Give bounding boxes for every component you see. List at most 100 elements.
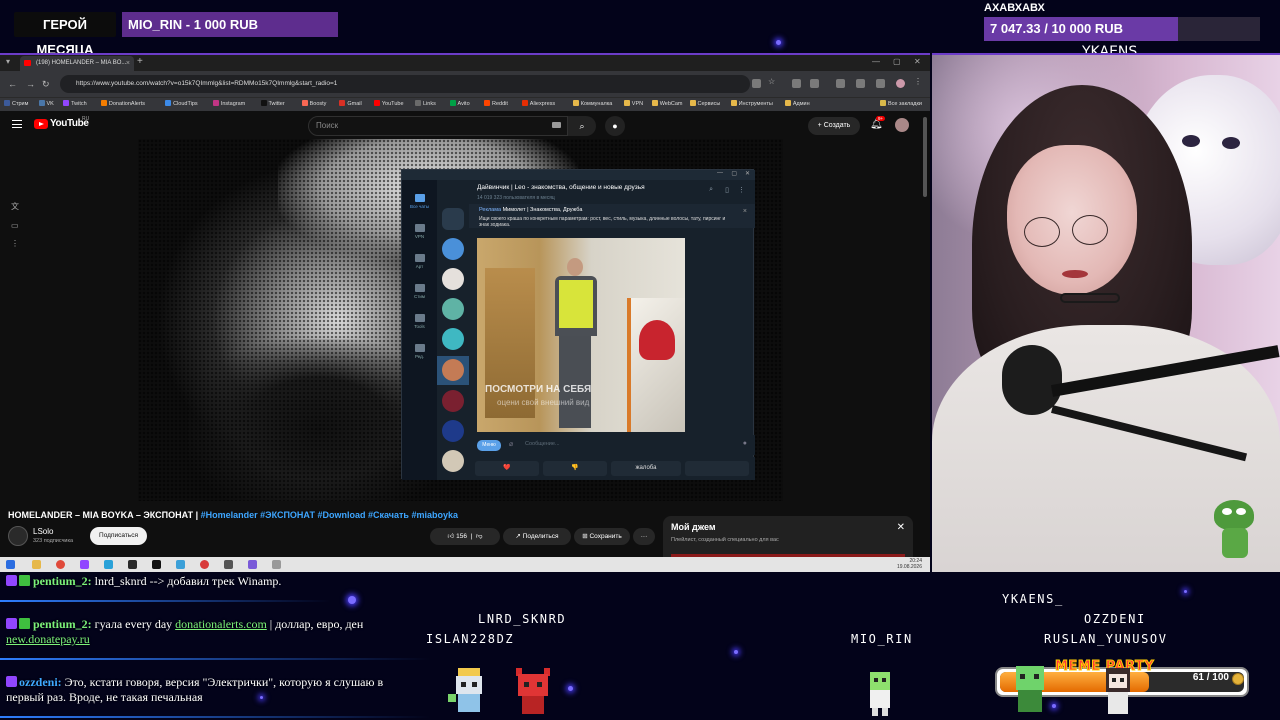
app-icon[interactable]	[224, 560, 233, 569]
hamburger-menu-icon[interactable]	[12, 120, 22, 128]
telegram-icon[interactable]	[104, 560, 113, 569]
steam-icon[interactable]	[128, 560, 137, 569]
search-input[interactable]: Поиск	[308, 116, 568, 136]
folder-tab[interactable]: Арт	[405, 254, 434, 269]
save-button[interactable]: ⊞ Сохранить	[574, 528, 630, 545]
minimize-icon[interactable]: —	[872, 57, 880, 66]
search-icon[interactable]: ⌕	[709, 186, 713, 194]
extension-icon[interactable]	[810, 79, 819, 88]
bookmark-инструменты[interactable]: Инструменты	[730, 100, 773, 107]
bookmark-сервисы[interactable]: Сервисы	[689, 100, 720, 107]
maximize-icon[interactable]: ▢	[893, 57, 901, 66]
subscribe-button[interactable]: Подписаться	[90, 527, 147, 545]
video-player[interactable]: — ▢ ✕ Все чаты VPN Арт Стим Tools Ред. Д…	[138, 139, 783, 501]
more-icon[interactable]: ⋮	[11, 239, 21, 249]
cast-icon[interactable]	[752, 79, 761, 88]
page-scrollbar[interactable]	[922, 117, 928, 497]
folder-tab[interactable]: Tools	[405, 314, 434, 329]
app-icon[interactable]	[176, 560, 185, 569]
sponsored-message[interactable]: Реклама Мимолет | Знакомства, Дружба Ищи…	[469, 204, 755, 228]
obs-icon[interactable]	[152, 560, 161, 569]
report-button[interactable]: жалоба	[611, 461, 681, 476]
chat-avatar[interactable]	[442, 298, 464, 320]
url-field[interactable]: https://www.youtube.com/watch?v=o15k7QIm…	[60, 75, 750, 93]
bookmark-aliexpress[interactable]: Aliexpress	[521, 100, 555, 107]
message-input[interactable]: Сообщение...	[525, 441, 560, 447]
folder-tab[interactable]: Ред.	[405, 344, 434, 359]
bookmark-коммуналка[interactable]: Коммуналка	[572, 100, 612, 107]
taskbar-clock[interactable]: 20:24 19.08.2026	[897, 558, 922, 570]
bookmark-twitter[interactable]: Twitter	[260, 100, 285, 107]
bookmark-webcam[interactable]: WebCam	[651, 100, 683, 107]
bot-menu-button[interactable]: Меню	[477, 440, 501, 451]
tab-youtube[interactable]: (198) HOMELANDER – MIA BO... ×	[20, 56, 134, 71]
like-button[interactable]: ❤️	[475, 461, 539, 476]
dislike-button[interactable]: 👎	[543, 461, 607, 476]
microphone-icon[interactable]: ●	[743, 440, 747, 447]
app-icon[interactable]	[272, 560, 281, 569]
video-title-hashtags[interactable]: #Homelander #ЭКСПОНАТ #Download #Скачать…	[201, 510, 458, 520]
explorer-icon[interactable]	[32, 560, 41, 569]
bookmark-vpn[interactable]: VPN	[623, 100, 643, 107]
bookmark-boosty[interactable]: Boosty	[301, 100, 326, 107]
download-icon[interactable]	[836, 79, 845, 88]
folder-tab[interactable]: Стим	[405, 284, 434, 299]
search-button[interactable]: ⌕	[568, 116, 596, 136]
bookmark-стрим[interactable]: Стрим	[4, 100, 28, 107]
chat-menu-icon[interactable]: ⋮	[738, 186, 745, 194]
sidebar-toggle-icon[interactable]: ▯	[725, 186, 729, 194]
all-bookmarks[interactable]: Все закладки	[879, 100, 922, 107]
close-tab-icon[interactable]: ×	[126, 56, 130, 71]
chat-avatar[interactable]	[442, 420, 464, 442]
folder-tab[interactable]: Все чаты	[405, 194, 434, 209]
translate-icon[interactable]: 文	[11, 201, 21, 211]
app-icon[interactable]	[80, 560, 89, 569]
chat-link[interactable]: new.donatepay.ru	[6, 632, 90, 646]
app-icon[interactable]	[200, 560, 209, 569]
folder-tab[interactable]: VPN	[405, 224, 434, 239]
bookmark-gmail[interactable]: Gmail	[339, 100, 362, 107]
voice-search-icon[interactable]: ●	[605, 116, 625, 136]
bookmark-instagram[interactable]: Instagram	[212, 100, 245, 107]
chat-avatar[interactable]	[442, 268, 464, 290]
bookmark-star-icon[interactable]: ☆	[768, 77, 777, 86]
bookmark-reddit[interactable]: Reddit	[484, 100, 508, 107]
archive-icon[interactable]	[442, 208, 464, 230]
bookmark-twitch[interactable]: Twitch	[63, 100, 87, 107]
saved-messages-icon[interactable]	[442, 238, 464, 260]
forward-icon[interactable]: →	[26, 79, 35, 89]
reload-icon[interactable]: ↻	[42, 79, 50, 90]
subtitles-icon[interactable]: ▭	[11, 221, 21, 231]
bookmark-avito[interactable]: Avito	[449, 100, 470, 107]
close-ad-icon[interactable]: ×	[743, 208, 747, 215]
minimize-icon[interactable]: —	[717, 170, 723, 176]
maximize-icon[interactable]: ▢	[731, 170, 737, 177]
bookmark-cloudtips[interactable]: CloudTips	[165, 100, 198, 107]
channel-avatar[interactable]	[8, 526, 28, 546]
bookmark-vk[interactable]: VK	[38, 100, 54, 107]
start-icon[interactable]	[6, 560, 15, 569]
chrome-icon[interactable]	[56, 560, 65, 569]
back-icon[interactable]: ←	[8, 79, 17, 89]
browser-menu-icon[interactable]: ⋮	[914, 77, 923, 86]
sleep-button[interactable]	[685, 461, 749, 476]
channel-name[interactable]: LSolo	[33, 527, 53, 536]
account-avatar[interactable]	[895, 118, 909, 132]
bookmark-админ[interactable]: Админ	[784, 100, 810, 107]
attach-icon[interactable]: ⌀	[509, 440, 513, 448]
extensions-puzzle-icon[interactable]	[856, 79, 865, 88]
app-icon[interactable]	[248, 560, 257, 569]
share-button[interactable]: ↗ Поделиться	[503, 528, 571, 545]
chat-avatar[interactable]	[442, 328, 464, 350]
chat-avatar[interactable]	[442, 450, 464, 472]
chat-avatar[interactable]	[442, 390, 464, 412]
close-icon[interactable]: ✕	[745, 170, 750, 177]
youtube-logo-icon[interactable]	[34, 119, 48, 129]
bookmark-links[interactable]: Links	[415, 100, 436, 107]
more-actions-button[interactable]: ···	[633, 528, 655, 545]
profile-avatar[interactable]	[896, 79, 905, 88]
close-window-icon[interactable]: ✕	[914, 57, 921, 66]
scrollbar-thumb[interactable]	[923, 117, 927, 197]
chat-avatar-selected[interactable]	[442, 359, 464, 381]
bookmark-donationalerts[interactable]: DonationAlerts	[100, 100, 145, 107]
